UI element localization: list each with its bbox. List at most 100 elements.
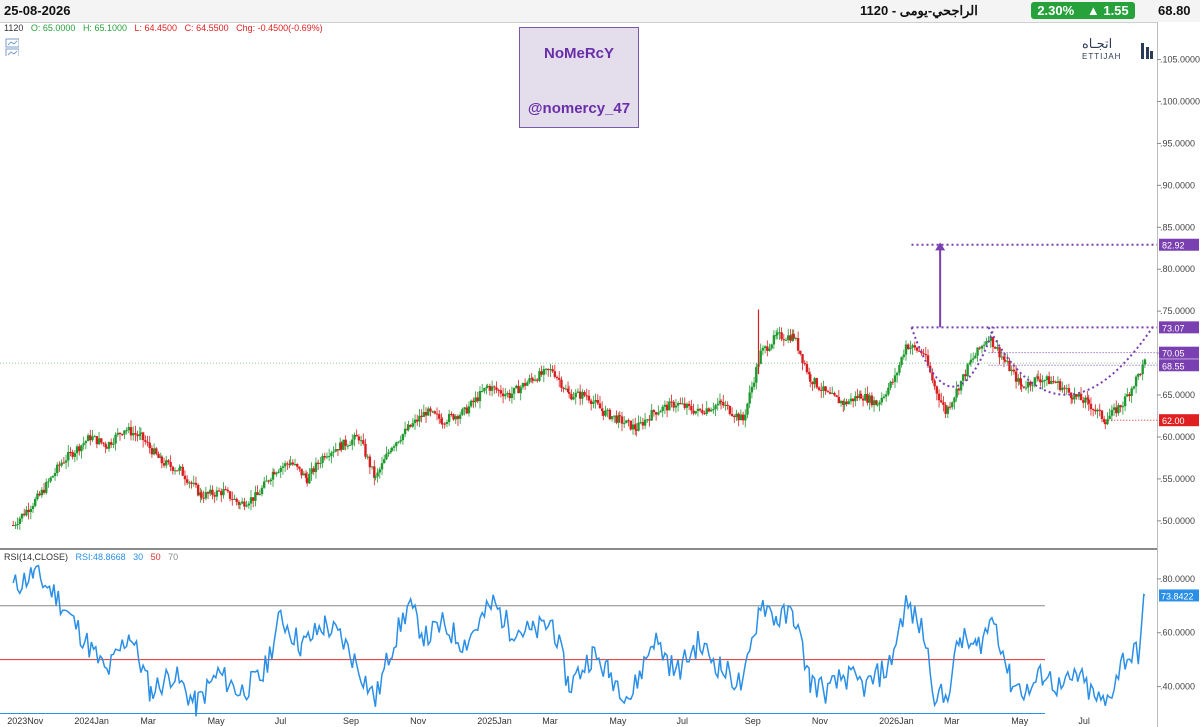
candle-body	[435, 413, 439, 415]
candle-body	[1058, 381, 1062, 391]
candle-body	[683, 403, 686, 408]
candle-body	[980, 345, 984, 349]
candle-body	[467, 406, 471, 414]
rsi-legend: RSI(14,CLOSE) RSI:48.8668 30 50 70	[4, 552, 183, 562]
candle-body	[171, 466, 175, 471]
candle-body	[238, 503, 242, 505]
candle-body	[109, 442, 113, 445]
candle-body	[240, 501, 244, 504]
candle-body	[1139, 373, 1142, 375]
candle-body	[884, 394, 888, 397]
candle-body	[100, 438, 103, 443]
candle-body	[64, 460, 68, 463]
candle-body	[766, 346, 769, 351]
candle-body	[275, 472, 278, 475]
rsi-level-70: 70	[168, 552, 179, 562]
candle-body	[951, 402, 954, 408]
candle-body	[622, 423, 626, 425]
candle-body	[763, 346, 767, 349]
candle-body	[1067, 388, 1071, 393]
candle-body	[701, 410, 704, 414]
candle-body	[420, 415, 423, 417]
candle-body	[84, 441, 88, 444]
candle-body	[461, 409, 464, 415]
candle-body	[608, 409, 612, 420]
candle-body	[893, 375, 897, 382]
candle-body	[499, 390, 503, 394]
pane-separator[interactable]	[0, 548, 1157, 550]
candle-body	[348, 444, 352, 446]
candle-body	[165, 460, 168, 466]
candle-body	[293, 464, 297, 466]
candle-body	[1043, 380, 1046, 382]
candle-body	[258, 494, 262, 496]
candle-body	[761, 348, 765, 351]
candle-body	[722, 402, 725, 406]
candle-body	[880, 397, 883, 403]
candle-body	[526, 382, 529, 386]
candle-body	[625, 420, 628, 424]
candle-body	[31, 505, 35, 509]
candle-body	[1130, 388, 1133, 396]
candle-body	[314, 462, 318, 472]
candle-body	[486, 386, 489, 388]
candle-body	[937, 393, 941, 401]
candle-body	[296, 464, 299, 467]
candle-body	[454, 416, 457, 420]
candle-body	[922, 353, 925, 355]
candle-body	[323, 456, 326, 458]
candle-body	[560, 379, 563, 388]
candle-body	[641, 422, 645, 426]
candle-body	[712, 409, 715, 411]
candle-body	[488, 386, 492, 391]
candle-body	[1054, 381, 1057, 383]
candle-body	[493, 386, 496, 388]
candle-body	[536, 379, 539, 381]
candle-body	[483, 387, 486, 392]
candle-body	[67, 452, 70, 461]
candle-body	[824, 386, 827, 392]
candle-body	[606, 409, 609, 411]
candle-body	[458, 414, 462, 419]
candle-body	[14, 524, 17, 526]
candle-body	[589, 400, 593, 404]
candle-body	[907, 344, 910, 350]
candle-body	[20, 513, 24, 519]
candle-body	[260, 487, 264, 495]
candle-body	[705, 408, 708, 414]
candle-body	[724, 404, 727, 406]
candle-body	[878, 402, 881, 405]
candle-body	[269, 479, 273, 482]
candle-body	[167, 460, 170, 463]
candle-body	[637, 422, 640, 431]
candle-body	[796, 338, 800, 351]
candle-body	[924, 354, 928, 356]
candle-body	[681, 403, 684, 405]
candle-body	[342, 439, 345, 450]
candle-body	[837, 396, 841, 404]
candle-body	[202, 497, 205, 499]
candle-body	[668, 401, 671, 411]
candle-body	[231, 498, 234, 500]
candle-body	[401, 434, 405, 441]
candle-body	[1065, 388, 1068, 390]
price-axis-label: .95.0000	[1160, 138, 1195, 148]
candle-body	[533, 379, 537, 381]
price-axis-label: .75.0000	[1160, 306, 1195, 316]
candle-body	[368, 456, 372, 468]
candle-body	[226, 489, 230, 492]
candle-body	[959, 380, 963, 391]
candle-body	[399, 440, 402, 442]
candle-body	[799, 350, 802, 355]
candle-body	[570, 393, 573, 400]
candle-body	[380, 463, 384, 470]
candle-body	[330, 452, 333, 457]
candle-body	[472, 400, 475, 403]
candle-body	[728, 406, 732, 415]
candle-body	[620, 416, 624, 424]
candle-body	[748, 392, 751, 404]
candle-body	[809, 374, 812, 382]
candle-body	[672, 401, 675, 408]
candle-body	[512, 387, 516, 394]
candle-body	[696, 408, 700, 412]
